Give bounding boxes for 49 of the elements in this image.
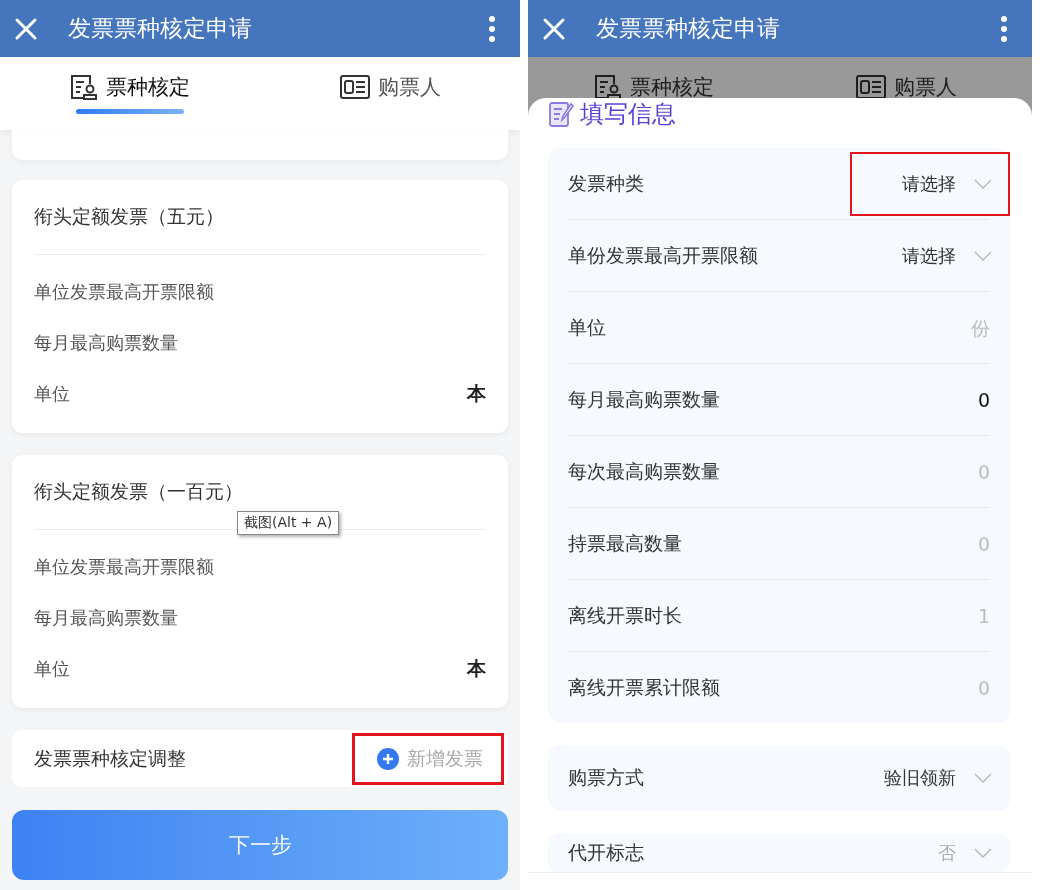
field-label: 单位发票最高开票限额	[34, 554, 214, 579]
field-label: 离线开票累计限额	[568, 674, 720, 700]
tooltip: 截图(Alt + A)	[237, 511, 340, 535]
field-label: 每月最高购票数量	[34, 330, 178, 355]
input-field[interactable]: 0	[850, 460, 990, 483]
close-icon[interactable]	[14, 16, 38, 41]
tab[interactable]: 购票人	[260, 57, 520, 130]
sheet-title: 填写信息	[580, 99, 676, 130]
select-field[interactable]: 请选择	[850, 223, 1010, 288]
input-field[interactable]: 0	[850, 676, 990, 699]
adjust-label: 发票票种核定调整	[34, 745, 186, 771]
field-label: 每月最高购票数量	[34, 605, 178, 630]
field-label: 发票种类	[568, 170, 644, 196]
chevron-down-icon	[974, 250, 992, 261]
field-label: 单位	[568, 314, 606, 340]
field-value: 本	[467, 380, 486, 406]
field-value: 本	[467, 655, 486, 681]
field-label: 单位发票最高开票限额	[34, 279, 214, 304]
id-card-icon	[339, 75, 370, 99]
card-title: 衔头定额发票（一百元）	[34, 479, 243, 504]
field-label: 购票方式	[568, 765, 644, 790]
more-menu-icon[interactable]	[1000, 14, 1008, 43]
screen-title: 发票票种核定申请	[596, 14, 781, 43]
chevron-down-icon	[974, 848, 992, 858]
close-icon[interactable]	[542, 16, 566, 41]
input-field[interactable]: 0	[850, 532, 990, 555]
screen-title: 发票票种核定申请	[68, 14, 253, 43]
document-person-icon	[594, 74, 622, 100]
chevron-down-icon	[974, 178, 992, 189]
select-field[interactable]: 验旧领新	[832, 746, 1010, 810]
field-label: 持票最高数量	[568, 530, 682, 556]
chevron-down-icon	[974, 773, 992, 783]
field-label: 每月最高购票数量	[568, 386, 720, 412]
input-field[interactable]: 份	[850, 316, 990, 339]
input-field[interactable]: 0	[850, 388, 990, 411]
plus-circle-icon	[377, 747, 399, 770]
field-label: 单位	[34, 656, 70, 681]
more-menu-icon[interactable]	[488, 14, 496, 43]
field-label: 离线开票时长	[568, 602, 682, 628]
field-label: 单份发票最高开票限额	[568, 242, 758, 268]
select-field[interactable]: 请选择	[850, 151, 1010, 216]
input-field[interactable]: 1	[850, 604, 990, 627]
document-person-icon	[70, 74, 98, 100]
field-label: 每次最高购票数量	[568, 458, 720, 484]
field-label: 单位	[34, 381, 70, 406]
tab[interactable]: 票种核定	[0, 57, 260, 130]
id-card-icon	[855, 75, 886, 99]
card-title: 衔头定额发票（五元）	[34, 204, 224, 229]
field-label: 代开标志	[568, 840, 644, 865]
